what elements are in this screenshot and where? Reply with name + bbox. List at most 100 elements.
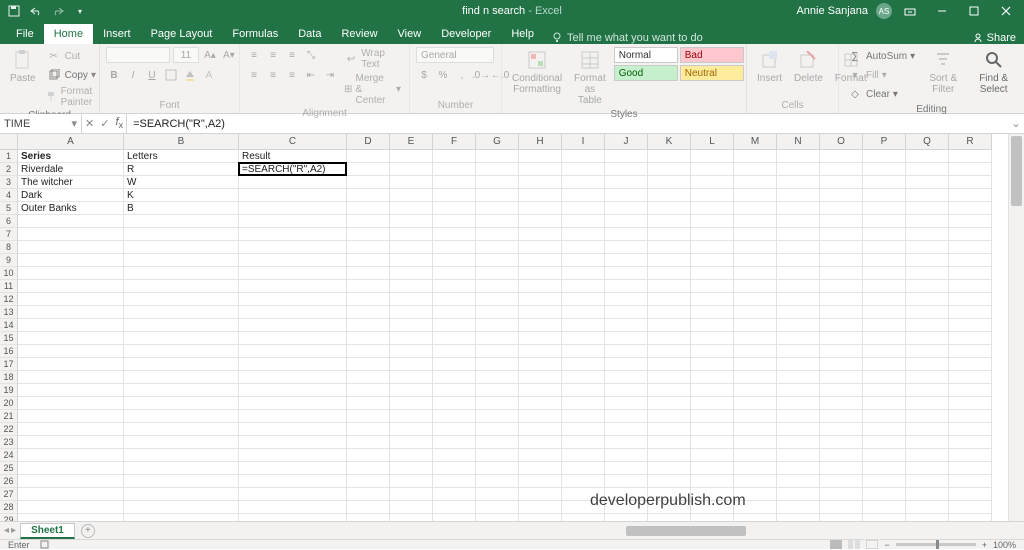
cell[interactable] — [347, 176, 390, 189]
row-header[interactable]: 28 — [0, 501, 18, 514]
cell[interactable] — [18, 436, 124, 449]
cell[interactable] — [777, 345, 820, 358]
vertical-scroll-thumb[interactable] — [1011, 136, 1022, 206]
cell[interactable] — [734, 254, 777, 267]
cell[interactable] — [124, 241, 239, 254]
cell[interactable] — [239, 371, 347, 384]
save-icon[interactable] — [6, 3, 22, 19]
cell[interactable] — [734, 423, 777, 436]
cell[interactable] — [239, 345, 347, 358]
cell[interactable] — [519, 163, 562, 176]
zoom-level[interactable]: 100% — [993, 540, 1016, 550]
cell[interactable]: Dark — [18, 189, 124, 202]
cell[interactable] — [648, 254, 691, 267]
cell[interactable] — [390, 293, 433, 306]
cell[interactable] — [906, 384, 949, 397]
cell[interactable] — [18, 358, 124, 371]
cell[interactable] — [239, 293, 347, 306]
cell[interactable] — [390, 215, 433, 228]
cell[interactable] — [906, 449, 949, 462]
tab-help[interactable]: Help — [501, 24, 544, 44]
cell[interactable] — [476, 449, 519, 462]
cell[interactable] — [863, 436, 906, 449]
cell[interactable] — [433, 462, 476, 475]
cell[interactable] — [605, 228, 648, 241]
cell[interactable] — [949, 371, 992, 384]
cell[interactable] — [347, 423, 390, 436]
cell[interactable] — [476, 254, 519, 267]
name-box[interactable]: TIME ▾ — [0, 114, 82, 133]
zoom-slider-thumb[interactable] — [936, 540, 939, 549]
cell[interactable] — [18, 410, 124, 423]
style-neutral[interactable]: Neutral — [680, 65, 744, 81]
column-header[interactable]: L — [691, 134, 734, 150]
cell[interactable]: Riverdale — [18, 163, 124, 176]
cell[interactable] — [476, 371, 519, 384]
cell[interactable] — [777, 228, 820, 241]
cell[interactable] — [239, 475, 347, 488]
cell[interactable] — [476, 189, 519, 202]
cell[interactable] — [949, 319, 992, 332]
cell[interactable] — [18, 332, 124, 345]
cell[interactable] — [18, 267, 124, 280]
cell[interactable] — [863, 371, 906, 384]
cell[interactable] — [906, 332, 949, 345]
underline-button[interactable]: U — [144, 67, 160, 83]
select-all-corner[interactable] — [0, 134, 18, 150]
cell[interactable] — [691, 280, 734, 293]
cell[interactable] — [239, 397, 347, 410]
cell[interactable] — [519, 371, 562, 384]
cell[interactable] — [476, 176, 519, 189]
cell[interactable] — [124, 462, 239, 475]
cell[interactable] — [734, 410, 777, 423]
cell[interactable] — [124, 319, 239, 332]
column-header[interactable]: J — [605, 134, 648, 150]
cell[interactable] — [734, 280, 777, 293]
vertical-scrollbar[interactable] — [1008, 134, 1024, 527]
row-header[interactable]: 22 — [0, 423, 18, 436]
cell[interactable] — [390, 319, 433, 332]
cell[interactable] — [519, 332, 562, 345]
cell[interactable] — [476, 267, 519, 280]
cell[interactable] — [347, 163, 390, 176]
cell[interactable] — [476, 345, 519, 358]
cell[interactable] — [519, 501, 562, 514]
cell[interactable] — [648, 332, 691, 345]
cell[interactable] — [390, 332, 433, 345]
bold-button[interactable]: B — [106, 67, 122, 83]
cell[interactable] — [239, 488, 347, 501]
cell[interactable] — [605, 202, 648, 215]
close-icon[interactable] — [992, 0, 1020, 22]
cell[interactable] — [124, 293, 239, 306]
cell[interactable] — [562, 176, 605, 189]
cell[interactable] — [519, 410, 562, 423]
view-page-break-icon[interactable] — [866, 540, 878, 549]
cell[interactable] — [863, 241, 906, 254]
cell[interactable] — [648, 371, 691, 384]
accounting-icon[interactable]: $ — [416, 67, 432, 83]
cell[interactable] — [949, 202, 992, 215]
cell[interactable] — [476, 332, 519, 345]
cell[interactable] — [562, 384, 605, 397]
align-right-icon[interactable]: ≡ — [284, 67, 300, 83]
cell[interactable] — [734, 345, 777, 358]
cell[interactable] — [691, 358, 734, 371]
cell[interactable] — [519, 215, 562, 228]
cell[interactable] — [863, 254, 906, 267]
cell[interactable] — [906, 436, 949, 449]
cell[interactable] — [691, 332, 734, 345]
paste-button[interactable]: Paste — [6, 47, 40, 86]
cell[interactable] — [433, 371, 476, 384]
cell[interactable] — [648, 241, 691, 254]
cell[interactable] — [605, 397, 648, 410]
cell[interactable] — [18, 462, 124, 475]
cell[interactable] — [691, 423, 734, 436]
cell[interactable] — [734, 332, 777, 345]
cell[interactable] — [691, 267, 734, 280]
cell[interactable] — [124, 332, 239, 345]
cell[interactable] — [18, 475, 124, 488]
cell[interactable] — [476, 397, 519, 410]
column-header[interactable]: R — [949, 134, 992, 150]
cell[interactable] — [820, 397, 863, 410]
cell[interactable] — [562, 163, 605, 176]
